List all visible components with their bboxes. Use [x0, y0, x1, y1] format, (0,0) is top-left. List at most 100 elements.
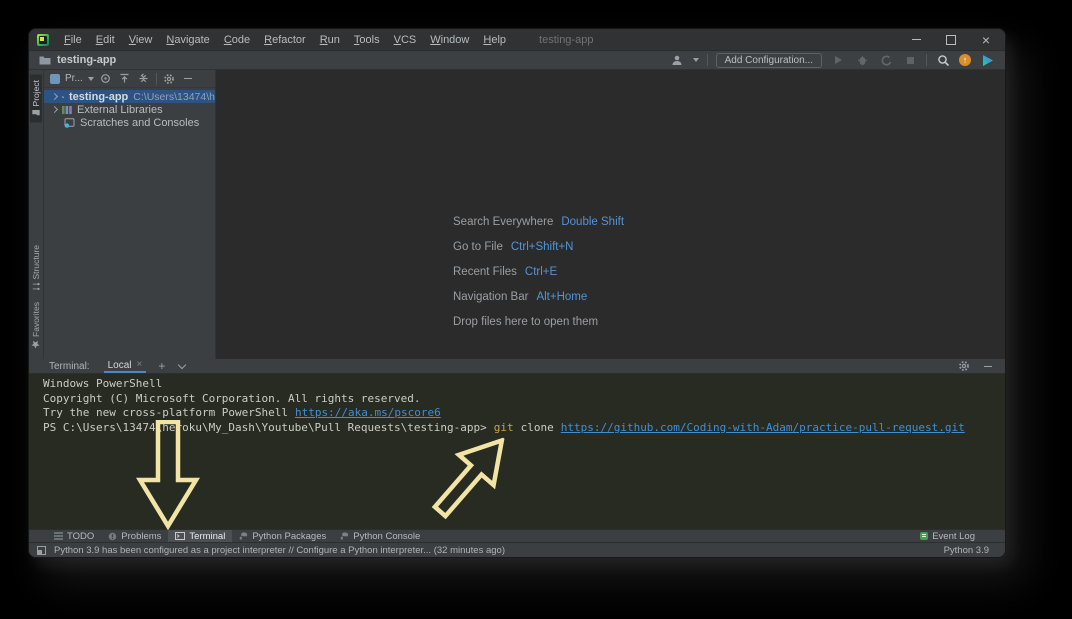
tab-label: Python Console: [353, 530, 421, 542]
breadcrumb[interactable]: testing-app: [39, 54, 116, 66]
stop-icon[interactable]: [902, 52, 918, 68]
menu-bar: File Edit View Navigate Code Refactor Ru…: [57, 32, 513, 48]
window-controls: ×: [903, 31, 999, 49]
minimize-button[interactable]: [903, 31, 929, 49]
tab-label: TODO: [67, 530, 95, 542]
tab-label: Terminal: [189, 530, 226, 542]
toolbar-separator: [706, 54, 708, 66]
problems-icon: [109, 532, 117, 540]
search-everywhere-icon[interactable]: [935, 52, 951, 68]
gear-icon[interactable]: [957, 359, 971, 373]
terminal-prompt: PS C:\Users\13474\heroku\My_Dash\Youtube…: [43, 420, 487, 434]
debug-bug-icon[interactable]: [854, 52, 870, 68]
terminal-line: Try the new cross-platform PowerShell htt…: [43, 406, 1005, 421]
pscore6-link[interactable]: https://aka.ms/pscore6: [295, 406, 441, 419]
window-title: testing-app: [539, 33, 594, 46]
shortcut-keys: Ctrl+E: [524, 266, 558, 278]
terminal-panel-header: Terminal: Local × +: [29, 359, 1005, 374]
terminal-icon: [175, 532, 186, 540]
project-view-icon[interactable]: [50, 73, 60, 84]
tree-row-scratches[interactable]: Scratches and Consoles: [44, 116, 215, 129]
event-log-icon: [920, 532, 929, 540]
shortcut-keys: Double Shift: [561, 216, 625, 228]
project-view-selector[interactable]: Pr...: [65, 73, 83, 84]
interpreter-widget[interactable]: Python 3.9: [944, 545, 989, 556]
shortcut-keys: Alt+Home: [536, 291, 588, 303]
main-region: Project Structure Favorites Pr... testin…: [29, 70, 1005, 359]
editor-area: Search Everywhere Double Shift Go to File…: [216, 70, 1005, 359]
close-button[interactable]: ×: [973, 31, 999, 49]
shortcut-label: Go to File: [453, 241, 503, 253]
tree-row-testing-app[interactable]: testing-app C:\Users\13474\h: [44, 90, 215, 103]
tree-row-external-libraries[interactable]: External Libraries: [44, 103, 215, 116]
menu-help[interactable]: Help: [476, 32, 513, 48]
shortcut-label: Recent Files: [453, 266, 517, 278]
menu-edit[interactable]: Edit: [89, 32, 122, 48]
folder-icon: [62, 95, 64, 98]
tab-python-packages[interactable]: Python Packages: [232, 530, 333, 542]
add-configuration-button[interactable]: Add Configuration...: [715, 52, 822, 68]
chevron-down-icon[interactable]: [692, 58, 699, 62]
menu-vcs[interactable]: VCS: [387, 32, 424, 48]
gear-icon[interactable]: [162, 72, 176, 86]
terminal-line: Windows PowerShell: [43, 377, 1005, 392]
terminal-line: Copyright (C) Microsoft Corporation. All…: [43, 392, 1005, 407]
menu-tools[interactable]: Tools: [347, 32, 387, 48]
whats-new-icon[interactable]: [979, 52, 995, 68]
menu-code[interactable]: Code: [217, 32, 257, 48]
menu-run[interactable]: Run: [313, 32, 347, 48]
toolbar-separator: [155, 72, 157, 85]
coverage-icon[interactable]: [878, 52, 894, 68]
project-panel: Pr... testing-app C:\Users\13474\h Exter…: [44, 70, 216, 359]
stripe-structure-button[interactable]: Structure: [30, 239, 42, 297]
hide-panel-icon[interactable]: [181, 72, 195, 86]
tab-terminal[interactable]: Terminal: [168, 530, 233, 542]
chevron-down-icon[interactable]: [178, 360, 187, 369]
git-command: git: [493, 420, 514, 434]
toolbar-right: Add Configuration... ↑: [669, 52, 995, 68]
chevron-right-icon[interactable]: [50, 105, 59, 114]
tool-window-switcher-icon[interactable]: [37, 545, 46, 555]
tree-item-label: Scratches and Consoles: [80, 116, 200, 129]
chevron-right-icon[interactable]: [50, 92, 59, 101]
repo-url-link[interactable]: https://github.com/Coding-with-Adam/prac…: [561, 421, 965, 434]
status-message[interactable]: Python 3.9 has been configured as a proj…: [54, 545, 505, 556]
left-tool-stripe: Project Structure Favorites: [29, 70, 44, 359]
pycharm-window: File Edit View Navigate Code Refactor Ru…: [28, 28, 1006, 558]
shortcut-label: Search Everywhere: [453, 216, 554, 228]
event-log-button[interactable]: Event Log: [920, 531, 975, 542]
tree-item-label: External Libraries: [77, 103, 163, 116]
run-icon[interactable]: [830, 52, 846, 68]
terminal-prompt-line: PS C:\Users\13474\heroku\My_Dash\Youtube…: [43, 421, 1005, 436]
python-icon: [239, 531, 248, 540]
user-account-icon[interactable]: [669, 52, 685, 68]
menu-refactor[interactable]: Refactor: [257, 32, 313, 48]
tab-problems[interactable]: Problems: [101, 530, 168, 542]
menu-navigate[interactable]: Navigate: [159, 32, 216, 48]
title-bar: File Edit View Navigate Code Refactor Ru…: [29, 29, 1005, 51]
collapse-all-icon[interactable]: [137, 72, 151, 86]
tab-label: Python Packages: [252, 530, 327, 542]
update-available-icon[interactable]: ↑: [959, 54, 971, 66]
hide-panel-icon[interactable]: [981, 359, 995, 373]
menu-file[interactable]: File: [57, 32, 89, 48]
terminal-tab-local[interactable]: Local ×: [103, 359, 147, 373]
toolbar-separator: [926, 54, 927, 66]
close-icon[interactable]: ×: [136, 360, 142, 370]
locate-file-icon[interactable]: [99, 72, 113, 86]
editor-shortcut-hints: Search Everywhere Double Shift Go to File…: [453, 216, 624, 341]
terminal-header-actions: [957, 359, 995, 373]
new-terminal-session-button[interactable]: +: [158, 360, 165, 372]
expand-all-icon[interactable]: [118, 72, 132, 86]
terminal-text: Windows PowerShell: [43, 377, 163, 390]
tab-python-console[interactable]: Python Console: [333, 530, 427, 542]
restore-button[interactable]: [938, 31, 964, 49]
stripe-favorites-button[interactable]: Favorites: [30, 296, 42, 355]
stripe-project-button[interactable]: Project: [30, 74, 42, 123]
menu-view[interactable]: View: [122, 32, 160, 48]
chevron-down-icon[interactable]: [87, 76, 94, 81]
breadcrumb-label: testing-app: [57, 54, 117, 66]
menu-window[interactable]: Window: [423, 32, 476, 48]
tab-todo[interactable]: TODO: [47, 530, 101, 542]
tree-item-label: testing-app: [69, 90, 129, 103]
